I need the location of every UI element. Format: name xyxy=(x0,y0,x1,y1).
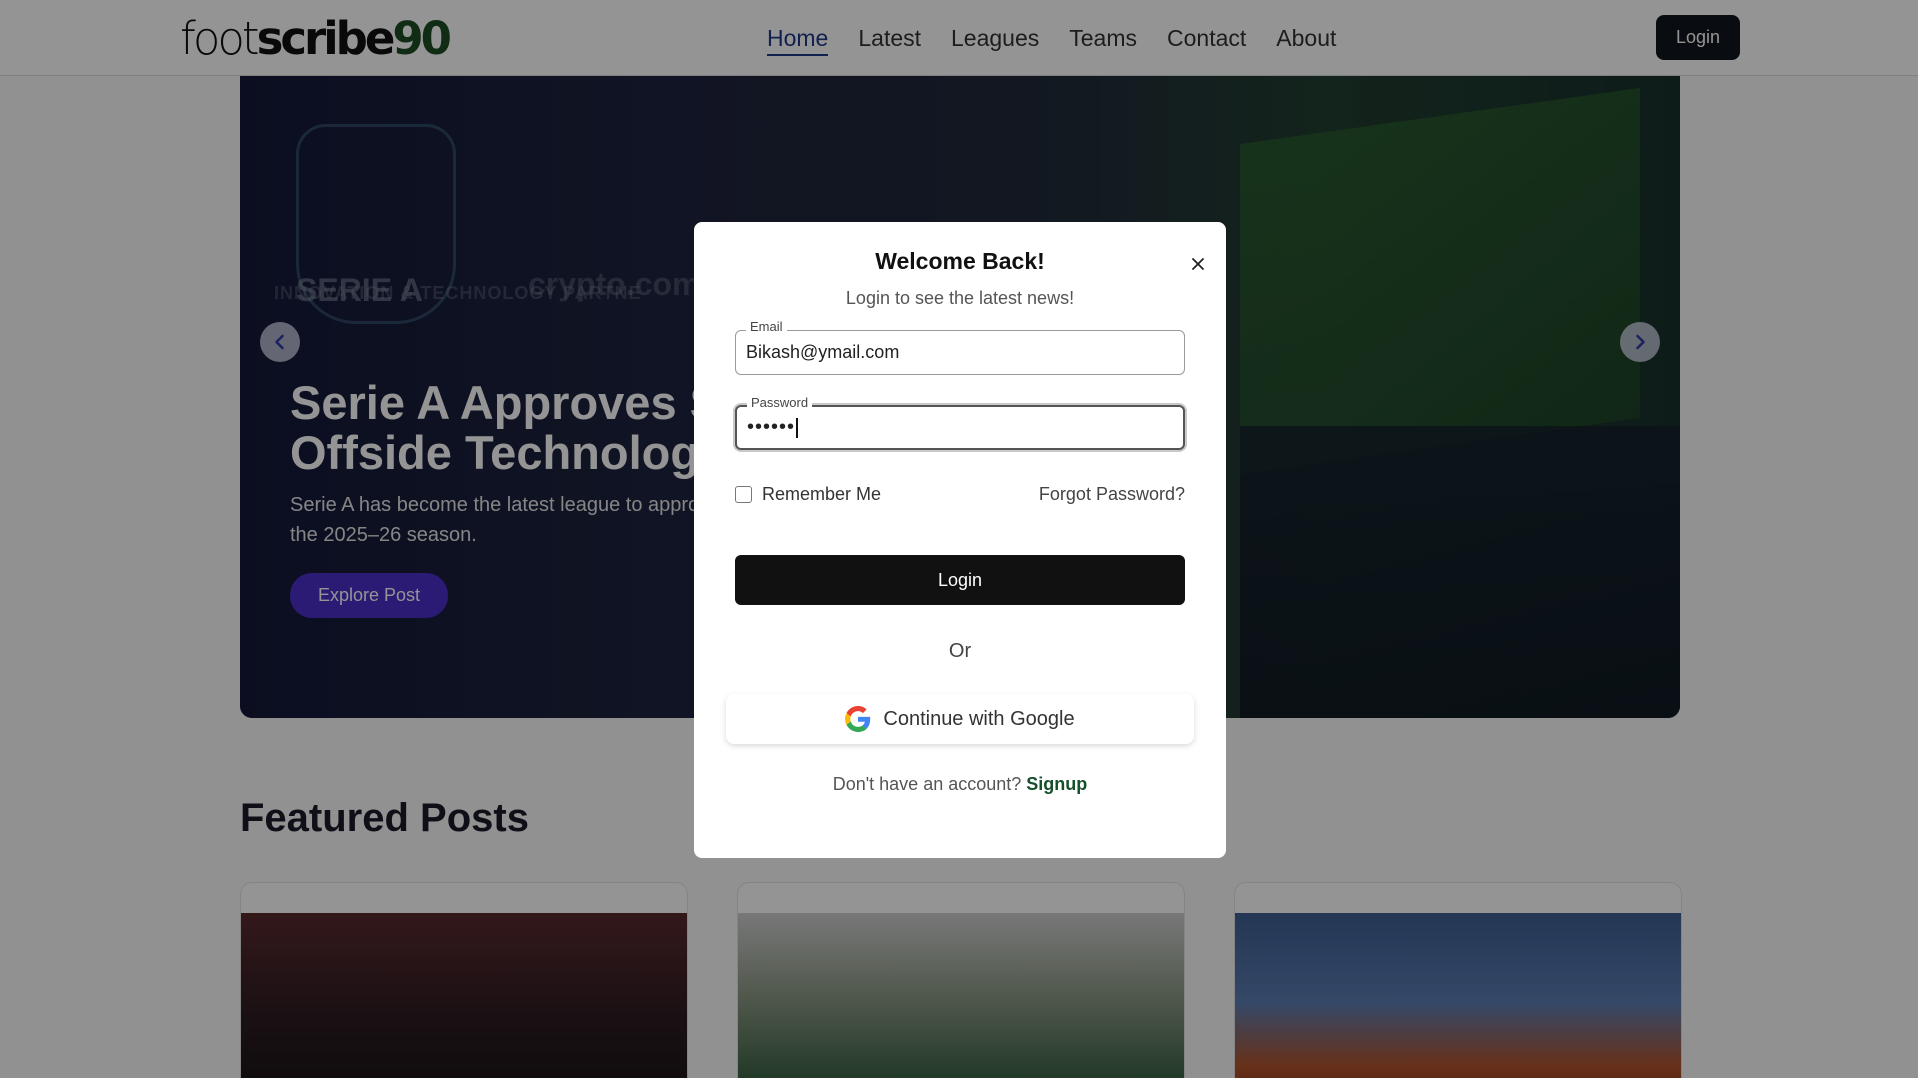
google-icon xyxy=(845,706,871,732)
remember-me-row: Remember Me xyxy=(735,484,881,505)
password-field[interactable]: Password •••••• xyxy=(735,395,1185,450)
text-caret xyxy=(796,417,798,438)
password-mask: •••••• xyxy=(747,416,796,438)
or-divider: Or xyxy=(948,640,972,662)
login-modal: Welcome Back! Login to see the latest ne… xyxy=(694,222,1226,858)
email-value: Bikash@ymail.com xyxy=(746,342,900,362)
remember-me-label[interactable]: Remember Me xyxy=(762,484,881,505)
no-account-text: Don't have an account? xyxy=(832,774,1022,794)
google-login-label: Continue with Google xyxy=(883,707,1075,730)
login-submit-button[interactable]: Login xyxy=(735,555,1185,605)
password-label: Password xyxy=(747,395,813,411)
signup-link[interactable]: Signup xyxy=(1026,774,1087,794)
modal-title: Welcome Back! xyxy=(875,248,1045,274)
password-value: •••••• xyxy=(747,416,798,439)
signup-row: Don't have an account? Signup xyxy=(694,774,1226,795)
email-field[interactable]: Email Bikash@ymail.com xyxy=(735,319,1185,375)
email-label: Email xyxy=(746,319,787,335)
remember-me-checkbox[interactable] xyxy=(735,486,752,503)
modal-subtitle: Login to see the latest news! xyxy=(845,288,1075,308)
google-login-button[interactable]: Continue with Google xyxy=(726,694,1194,744)
forgot-password-link[interactable]: Forgot Password? xyxy=(994,484,1185,505)
